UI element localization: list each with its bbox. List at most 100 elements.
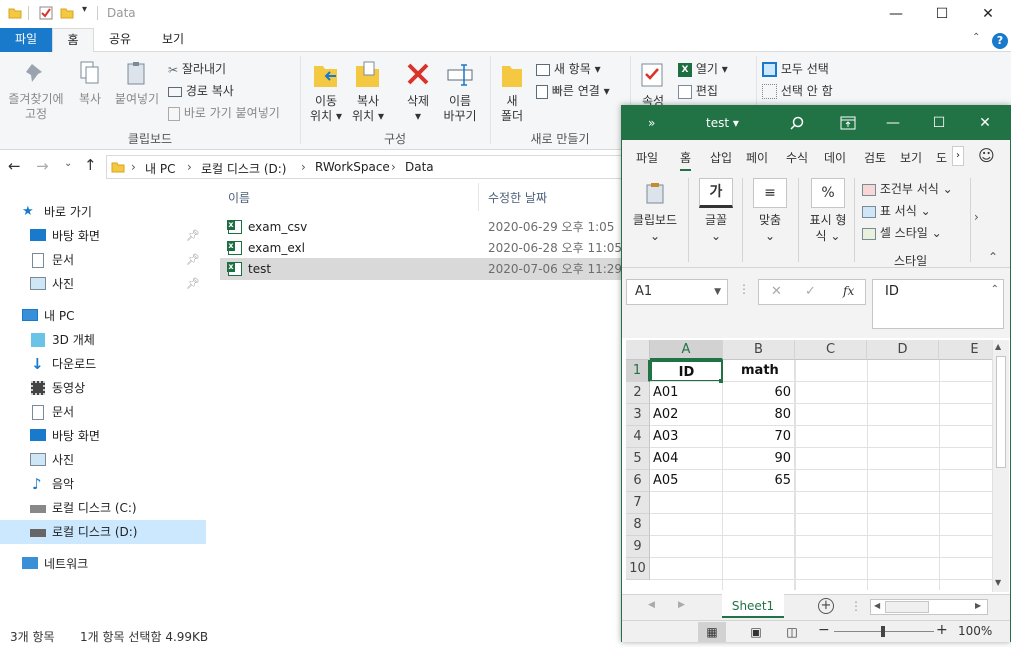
scroll-right-icon[interactable]: ▶ [975, 601, 981, 610]
up-arrow-icon[interactable]: ↑ [84, 156, 97, 174]
nav-pictures[interactable]: 사진 📌︎ [0, 272, 206, 296]
xl-table-format-button[interactable]: 표 서식 ⌄ [862, 202, 931, 219]
move-to-button[interactable]: 이동 위치 ▾ [306, 60, 346, 124]
minimize-button[interactable]: — [873, 0, 919, 28]
row-header[interactable]: 9 [626, 536, 650, 558]
excel-maximize-button[interactable]: ☐ [916, 106, 962, 140]
smiley-feedback-icon[interactable]: ☺ [978, 146, 995, 165]
pin-quick-access-button[interactable]: 즐겨찾기에 고정 [2, 60, 70, 122]
xl-tab-insert[interactable]: 삽입 [710, 149, 732, 166]
name-box[interactable]: A1 ▼ [626, 279, 728, 305]
select-all-button[interactable]: 모두 선택 [762, 60, 829, 77]
zoom-in-icon[interactable]: + [936, 622, 948, 638]
xl-clipboard-button[interactable]: 클립보드 ⌄ [626, 178, 684, 244]
xl-tab-page-layout[interactable]: 페이 [746, 149, 768, 166]
zoom-level[interactable]: 100% [958, 624, 992, 638]
paste-shortcut-button[interactable]: 바로 가기 붙여넣기 [168, 104, 280, 121]
address-bar[interactable]: › 내 PC › 로컬 디스크 (D:) › RWorkSpace › Data [106, 155, 626, 179]
xl-number-format-button[interactable]: % 표시 형 식 ⌄ [802, 178, 854, 244]
row-header[interactable]: 8 [626, 514, 650, 536]
vertical-scrollbar[interactable]: ▲ ▼ [992, 340, 1009, 592]
select-all-corner[interactable] [626, 340, 650, 360]
copy-to-button[interactable]: 복사 위치 ▾ [348, 60, 388, 124]
formula-expand-icon[interactable]: ⌃ [991, 284, 999, 295]
name-box-dropdown-icon[interactable]: ▼ [714, 280, 721, 304]
column-modified[interactable]: 수정한 날짜 [488, 189, 547, 206]
help-icon[interactable]: ? [992, 33, 1008, 49]
new-folder-button[interactable]: 새 폴더 [496, 60, 528, 124]
row-header[interactable]: 7 [626, 492, 650, 514]
xl-tab-review[interactable]: 검토 [864, 149, 886, 166]
xl-alignment-button[interactable]: ≡ 맞춤 ⌄ [748, 178, 792, 244]
column-header-d[interactable]: D [867, 340, 939, 360]
page-break-view-icon[interactable]: ◫ [782, 622, 802, 642]
qat-overflow-icon[interactable]: » [648, 116, 655, 130]
row-header[interactable]: 10 [626, 558, 650, 580]
row-header[interactable]: 1 [626, 360, 650, 382]
breadcrumb-disk-d[interactable]: 로컬 디스크 (D:) [201, 160, 286, 177]
edit-button[interactable]: 편집 [678, 82, 718, 99]
select-none-button[interactable]: 선택 안 함 [762, 82, 833, 99]
back-arrow-icon[interactable]: ← [8, 157, 21, 175]
nav-this-pc[interactable]: 내 PC [0, 304, 206, 328]
formula-input[interactable]: ID ⌃ [872, 279, 1004, 329]
nav-network[interactable]: 네트워크 [0, 552, 206, 576]
sheet-tab-sheet1[interactable]: Sheet1 [722, 594, 784, 618]
breadcrumb-data[interactable]: Data [405, 160, 434, 174]
nav-documents[interactable]: 문서 📌︎ [0, 248, 206, 272]
open-button[interactable]: X 열기 ▾ [678, 60, 728, 77]
nav-quick-access[interactable]: ★ 바로 가기 [0, 200, 206, 224]
nav-downloads[interactable]: ↓ 다운로드 [0, 352, 206, 376]
maximize-button[interactable]: ☐ [919, 0, 965, 28]
properties-button[interactable]: 속성 [636, 60, 670, 109]
tab-view[interactable]: 보기 [150, 28, 196, 52]
file-row-exam-csv[interactable]: exam_csv 2020-06-29 오후 1:05 [220, 216, 622, 238]
xl-tab-view[interactable]: 보기 [900, 149, 922, 166]
page-layout-view-icon[interactable]: ▣ [746, 622, 766, 642]
paste-button[interactable]: 붙여넣기 [110, 60, 164, 107]
forward-arrow-icon[interactable]: → [36, 157, 49, 175]
xl-tab-home[interactable]: 홈 [680, 149, 692, 171]
xl-cell-style-button[interactable]: 셀 스타일 ⌄ [862, 224, 942, 241]
close-button[interactable]: ✕ [965, 0, 1011, 28]
excel-minimize-button[interactable]: — [870, 106, 916, 140]
qat-dropdown-icon[interactable]: ▾ [82, 4, 87, 15]
nav-disk-c[interactable]: 로컬 디스크 (C:) [0, 496, 206, 520]
rename-button[interactable]: 이름 바꾸기 [440, 60, 480, 124]
h-scroll-thumb[interactable] [885, 601, 929, 613]
column-separator[interactable] [478, 183, 479, 211]
ribbon-collapse-icon[interactable]: ⌃ [988, 250, 998, 264]
column-name[interactable]: 이름 [228, 189, 250, 206]
nav-3d-objects[interactable]: 3D 개체 [0, 328, 206, 352]
breadcrumb-this-pc[interactable]: 내 PC [145, 160, 175, 177]
scroll-up-icon[interactable]: ▲ [995, 342, 1001, 351]
search-icon[interactable] [790, 116, 804, 130]
confirm-entry-icon[interactable]: ✓ [805, 284, 816, 299]
cut-button[interactable]: ✂ 잘라내기 [168, 60, 226, 77]
column-header-b[interactable]: B [723, 340, 795, 360]
xl-tab-more[interactable]: 도 [936, 149, 947, 166]
tab-home[interactable]: 홈 [52, 28, 94, 53]
xl-tab-file[interactable]: 파일 [636, 149, 658, 166]
column-header-a[interactable]: A [650, 340, 723, 360]
file-row-exam-exl[interactable]: exam_exl 2020-06-28 오후 11:05 [220, 237, 622, 259]
scroll-left-icon[interactable]: ◀ [874, 601, 880, 610]
row-header[interactable]: 4 [626, 426, 650, 448]
insert-function-icon[interactable]: fx [843, 284, 854, 298]
excel-close-button[interactable]: ✕ [962, 106, 1008, 140]
nav-desktop[interactable]: 바탕 화면 📌︎ [0, 224, 206, 248]
nav-pictures-pc[interactable]: 사진 [0, 448, 206, 472]
zoom-slider-thumb[interactable] [881, 626, 885, 637]
row-header[interactable]: 3 [626, 404, 650, 426]
column-header-c[interactable]: C [795, 340, 867, 360]
normal-view-icon[interactable]: ▦ [698, 622, 726, 642]
scroll-thumb[interactable] [996, 356, 1006, 468]
scroll-down-icon[interactable]: ▼ [995, 578, 1001, 587]
excel-title[interactable]: test ▾ [706, 116, 739, 130]
xl-font-button[interactable]: 가 글꼴 ⌄ [694, 178, 738, 244]
nav-music[interactable]: ♪ 음악 [0, 472, 206, 496]
nav-documents-pc[interactable]: 문서 [0, 400, 206, 424]
row-header[interactable]: 5 [626, 448, 650, 470]
xl-conditional-format-button[interactable]: 조건부 서식 ⌄ [862, 180, 953, 197]
column-header-e[interactable]: E [939, 340, 992, 360]
